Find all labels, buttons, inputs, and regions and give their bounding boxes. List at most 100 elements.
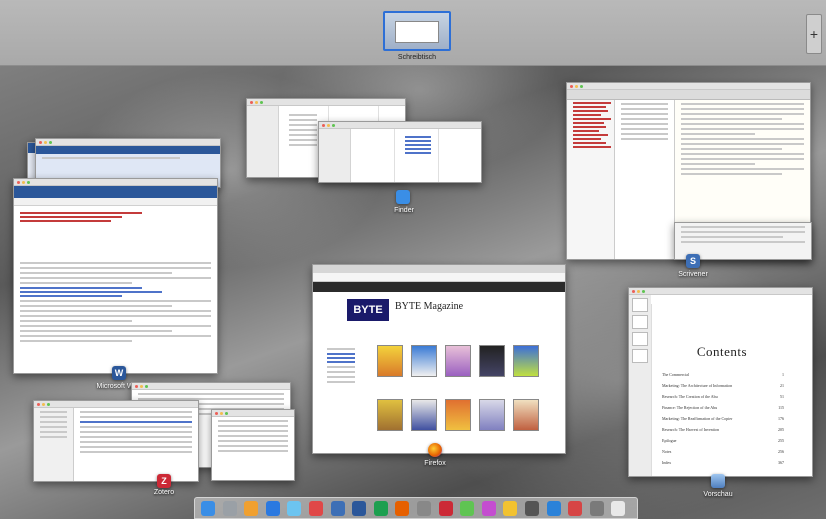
dock <box>194 497 638 519</box>
window-titlebar <box>34 401 198 408</box>
toc-title: Research: The Creation of the Abu <box>662 394 718 399</box>
toc-row: Notes 256 <box>662 449 784 454</box>
magazine-cover[interactable] <box>411 345 437 377</box>
scrivener-binder <box>567 100 615 259</box>
magazine-cover[interactable] <box>377 345 403 377</box>
window-titlebar <box>212 410 294 417</box>
dock-app-icon[interactable] <box>438 501 453 516</box>
toc-row: Marketing: The Architecture of Informati… <box>662 383 784 388</box>
toc-page-number: 115 <box>778 405 784 410</box>
page-title: BYTE Magazine <box>395 301 464 312</box>
dock-app-icon[interactable] <box>287 501 302 516</box>
dock-app-icon[interactable] <box>417 501 431 516</box>
scrivener-outline <box>615 100 675 259</box>
firefox-url-bar[interactable] <box>313 273 565 282</box>
magazine-cover[interactable] <box>513 345 539 377</box>
toc-row: Epilogue 255 <box>662 438 784 443</box>
window-titlebar <box>132 383 290 390</box>
toc-page-number: 367 <box>778 460 784 465</box>
preview-icon <box>711 474 725 488</box>
space-thumbnail-desktop[interactable] <box>383 11 451 51</box>
toc-title: Marketing: The Architecture of Informati… <box>662 383 733 388</box>
window-titlebar <box>36 139 220 146</box>
zotero-window-side[interactable] <box>211 409 295 481</box>
toc-title: Research: The Harvest of Invention <box>662 427 720 432</box>
magazine-cover[interactable] <box>479 345 505 377</box>
toc-page-number: 255 <box>778 438 784 443</box>
magazine-cover[interactable] <box>479 399 505 431</box>
dock-app-icon[interactable] <box>525 501 539 516</box>
firefox-site-nav <box>313 282 565 292</box>
window-titlebar <box>247 99 405 106</box>
zotero-label: Zotero <box>153 489 175 496</box>
dock-app-icon[interactable] <box>503 501 518 516</box>
dock-app-icon[interactable] <box>373 501 388 516</box>
dock-app-icon[interactable] <box>222 501 237 516</box>
preview-label: Vorschau <box>703 491 733 498</box>
dock-app-icon[interactable] <box>611 501 626 516</box>
dock-app-icon[interactable] <box>309 501 323 516</box>
finder-sidebar <box>319 129 351 182</box>
magazine-cover[interactable] <box>513 399 539 431</box>
finder-icon <box>396 190 410 204</box>
zotero-icon: Z <box>157 474 171 488</box>
scrivener-label: Scrivener <box>678 271 708 278</box>
scrivener-icon: S <box>686 254 700 268</box>
finder-window-front[interactable] <box>318 121 482 183</box>
magazine-cover[interactable] <box>445 345 471 377</box>
toc-title: Notes <box>662 449 672 454</box>
word-window-main[interactable] <box>13 178 218 374</box>
toc-row: Marketing: The Reaffirmation of the Copi… <box>662 416 784 421</box>
toc-row: Research: The Harvest of Invention 205 <box>662 427 784 432</box>
toc-title: Marketing: The Reaffirmation of the Copi… <box>662 416 733 421</box>
toc-page-number: 21 <box>780 383 784 388</box>
word-ribbon <box>14 186 217 198</box>
toc-page-number: 256 <box>778 449 784 454</box>
toc-title: Finance: The Rejection of the Abu <box>662 405 718 410</box>
window-titlebar <box>567 83 810 90</box>
preview-window[interactable]: Contents The Commercial 1 Marketing: The A… <box>628 287 813 477</box>
toc-page-number: 1 <box>782 372 784 377</box>
spaces-bar: Schreibtisch + <box>0 0 826 66</box>
byte-logo: BYTE <box>347 299 389 321</box>
word-toolbar <box>14 198 217 206</box>
space-thumbnail-window <box>395 21 439 43</box>
finder-sidebar <box>247 106 279 177</box>
toc-title: The Commercial <box>662 372 689 377</box>
toc-title: Epilogue <box>662 438 677 443</box>
contents-title: Contents <box>696 344 748 359</box>
word-icon: W <box>112 366 126 380</box>
dock-app-icon[interactable] <box>568 501 583 516</box>
magazine-cover[interactable] <box>411 399 437 431</box>
finder-label: Finder <box>394 207 414 214</box>
toc-row: Index 367 <box>662 460 784 465</box>
toc-page-number: 51 <box>780 394 784 399</box>
zotero-window-main[interactable] <box>33 400 199 482</box>
preview-thumbnail-sidebar <box>629 295 651 476</box>
toc-row: The Commercial 1 <box>662 372 784 377</box>
toc-page-number: 205 <box>778 427 784 432</box>
dock-app-icon[interactable] <box>589 501 604 516</box>
toc-page-number: 176 <box>778 416 784 421</box>
scrivener-toolbar <box>567 90 810 100</box>
add-space-button[interactable]: + <box>806 14 822 54</box>
firefox-icon <box>428 443 442 457</box>
dock-app-icon[interactable] <box>395 501 410 516</box>
dock-app-icon[interactable] <box>201 501 215 516</box>
window-titlebar <box>629 288 812 295</box>
dock-app-icon[interactable] <box>460 501 475 516</box>
toc-title: Index <box>662 460 672 465</box>
window-titlebar <box>14 179 217 186</box>
preview-page: Contents The Commercial 1 Marketing: The A… <box>651 304 792 476</box>
dock-app-icon[interactable] <box>265 501 280 516</box>
dock-app-icon[interactable] <box>244 501 259 516</box>
dock-app-icon[interactable] <box>546 501 561 516</box>
magazine-cover[interactable] <box>377 399 403 431</box>
firefox-tab-bar <box>313 265 565 273</box>
magazine-cover[interactable] <box>445 399 471 431</box>
firefox-window[interactable]: BYTE BYTE Magazine <box>312 264 566 454</box>
window-titlebar <box>319 122 481 129</box>
dock-app-icon[interactable] <box>352 501 367 516</box>
dock-app-icon[interactable] <box>481 501 496 516</box>
dock-app-icon[interactable] <box>330 501 345 516</box>
